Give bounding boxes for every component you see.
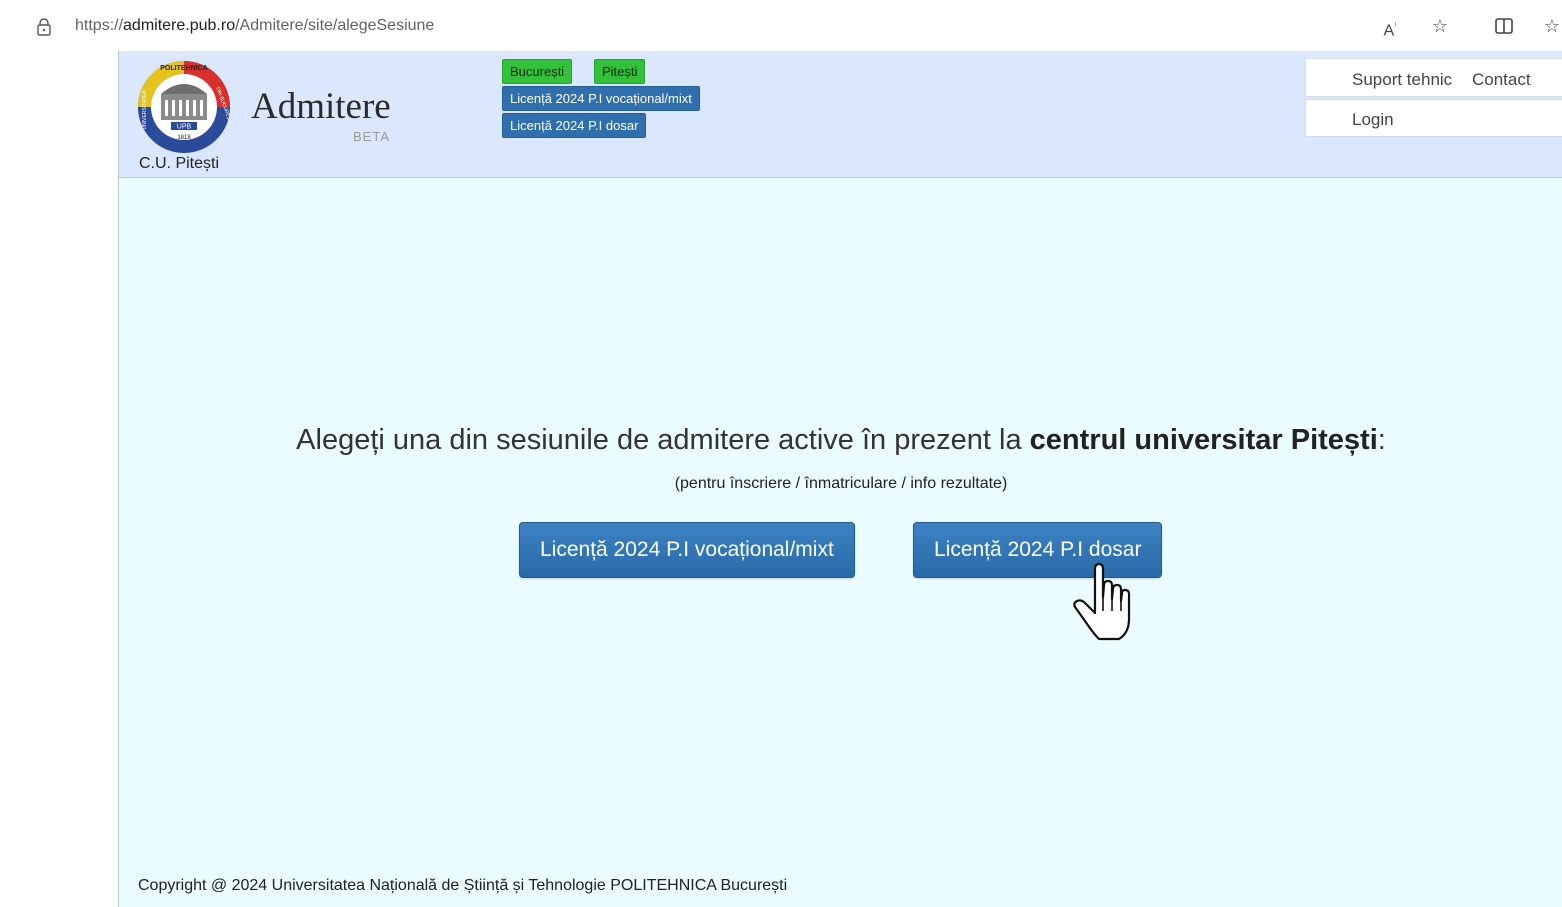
url-prefix: https:// bbox=[75, 17, 124, 34]
headline-bold: centrul universitar Pitești bbox=[1029, 424, 1378, 456]
logo-top-text: POLITEHNICA bbox=[160, 65, 207, 72]
session-tag-dosar[interactable]: Licență 2024 P.I dosar bbox=[502, 113, 647, 138]
session-tag-vocational[interactable]: Licență 2024 P.I vocațional/mixt bbox=[502, 86, 700, 111]
login-bar: Login bbox=[1305, 99, 1562, 137]
logo-year-text: 1818 bbox=[177, 135, 191, 141]
headline-text: Alegeți una din sesiunile de admitere ac… bbox=[296, 424, 1030, 456]
page-headline: Alegeți una din sesiunile de admitere ac… bbox=[119, 424, 1562, 457]
split-screen-icon[interactable] bbox=[1492, 14, 1516, 38]
site-header: UPB 1818 POLITEHNICA UNIVERSITATEA DIN B… bbox=[119, 51, 1562, 178]
university-logo[interactable]: UPB 1818 POLITEHNICA UNIVERSITATEA DIN B… bbox=[137, 60, 231, 154]
city-tag-pitesti[interactable]: Pitești bbox=[594, 59, 646, 84]
lock-icon[interactable] bbox=[36, 18, 52, 36]
page: UPB 1818 POLITEHNICA UNIVERSITATEA DIN B… bbox=[118, 51, 1562, 907]
top-nav-bar: Suport tehnic Contact bbox=[1305, 58, 1562, 97]
browser-address-bar: https://admitere.pub.ro/Admitere/site/al… bbox=[0, 0, 1562, 51]
beta-label: BETA bbox=[353, 129, 390, 144]
favorites-icon[interactable]: ☆ bbox=[1540, 14, 1562, 38]
logo-mid-text: UPB bbox=[177, 124, 192, 131]
favorite-star-icon[interactable]: ☆ bbox=[1428, 14, 1452, 38]
url-path: /Admitere/site/alegeSesiune bbox=[235, 17, 435, 34]
logo-left-text: UNIVERSITATEA bbox=[142, 90, 148, 130]
city-tag-bucuresti[interactable]: București bbox=[502, 59, 573, 84]
hand-pointer-cursor-icon bbox=[1073, 563, 1131, 641]
headline-colon: : bbox=[1377, 424, 1386, 456]
login-link[interactable]: Login bbox=[1352, 110, 1394, 130]
support-link[interactable]: Suport tehnic bbox=[1352, 70, 1452, 90]
url-host: admitere.pub.ro bbox=[123, 17, 236, 34]
read-aloud-icon[interactable]: A⁾ bbox=[1378, 14, 1402, 39]
university-center-label: C.U. Pitești bbox=[139, 155, 220, 172]
contact-link[interactable]: Contact bbox=[1472, 70, 1531, 90]
session-button-vocational[interactable]: Licență 2024 P.I vocațional/mixt bbox=[519, 522, 855, 578]
brand-title[interactable]: Admitere bbox=[251, 85, 391, 128]
page-subtitle: (pentru înscriere / înmatriculare / info… bbox=[674, 475, 1008, 492]
footer-copyright: Copyright @ 2024 Universitatea Națională… bbox=[138, 877, 788, 894]
url-text[interactable]: https://admitere.pub.ro/Admitere/site/al… bbox=[75, 17, 434, 35]
